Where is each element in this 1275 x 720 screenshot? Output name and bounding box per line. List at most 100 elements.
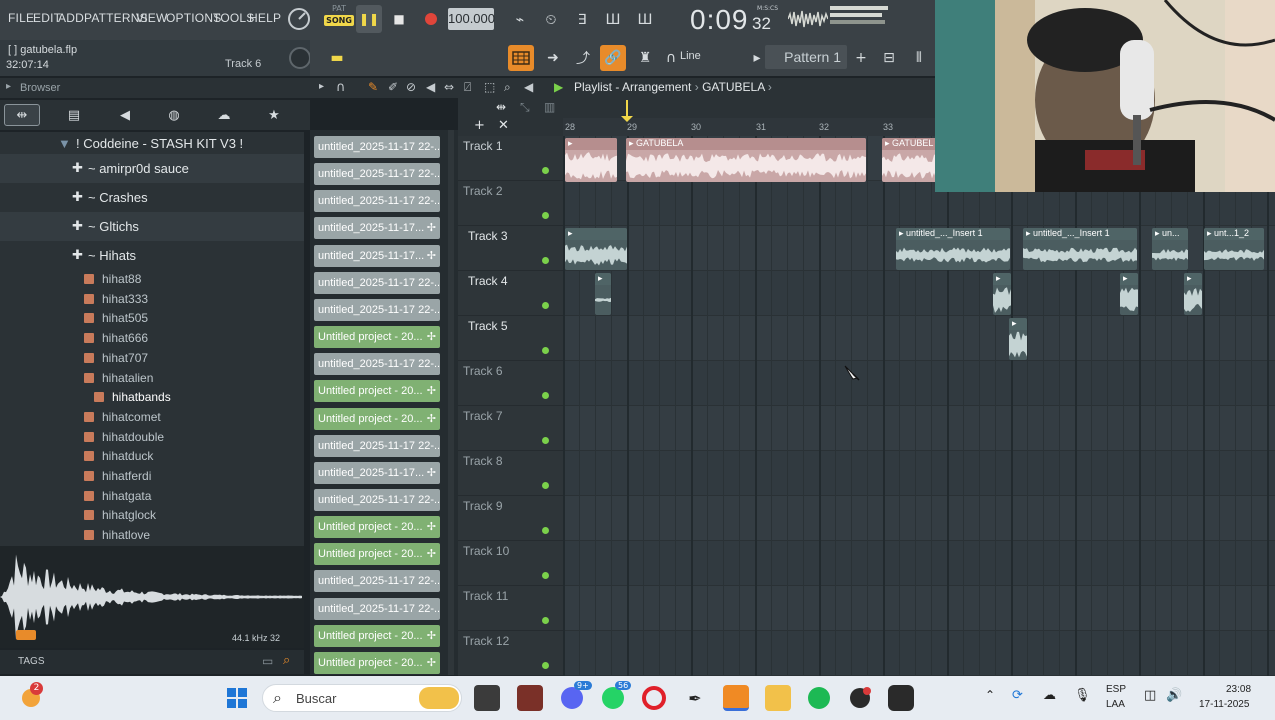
track-lane[interactable] xyxy=(563,586,1275,631)
stop-button[interactable]: ■ xyxy=(386,5,412,33)
paint-tool-icon[interactable]: ✐ xyxy=(388,80,398,94)
browser-file-item[interactable]: hihat333 xyxy=(84,292,148,312)
playlist-grid[interactable]: ▸ ▸ GATUBELA ▸ GATUBEL ▸ ▸ untitled_..._In… xyxy=(563,136,1275,676)
clip-source-button[interactable]: Untitled project - 20... ✢ xyxy=(314,543,440,566)
menu-file[interactable]: FILE xyxy=(8,11,34,25)
browser-file-item[interactable]: hihatgata xyxy=(84,489,151,509)
track-mute-led[interactable] xyxy=(542,662,549,669)
browser-file-item[interactable]: hihatduck xyxy=(84,449,153,469)
arrangement-name[interactable]: GATUBELA xyxy=(702,80,764,94)
song-time-display[interactable]: 0:09 xyxy=(690,4,749,36)
clip-source-button[interactable]: untitled_2025-11-17 22-... xyxy=(314,136,440,158)
track-mute-led[interactable] xyxy=(542,302,549,309)
countdown-icon[interactable]: ∃ xyxy=(569,7,595,33)
track-mute-led[interactable] xyxy=(542,572,549,579)
clock-time[interactable]: 23:08 xyxy=(1226,684,1251,695)
pause-button[interactable]: ❚❚ xyxy=(356,5,382,33)
browser-file-item[interactable]: hihatglock xyxy=(84,508,156,528)
track-lane[interactable] xyxy=(563,451,1275,496)
browser-file-item[interactable]: hihatlove xyxy=(84,528,150,546)
browser-file-item[interactable]: hihat666 xyxy=(84,331,148,351)
clip-source-button[interactable]: untitled_2025-11-17 22-... xyxy=(314,271,440,294)
clip-track4-b[interactable]: ▸ xyxy=(993,273,1011,315)
track-header[interactable]: Track 2 xyxy=(458,181,563,226)
track-header[interactable]: Track 12 xyxy=(458,631,563,676)
track-mute-led[interactable] xyxy=(542,617,549,624)
browser-file-item[interactable]: hihatalien xyxy=(84,371,153,391)
microphone-icon[interactable]: 🎙 xyxy=(1074,688,1091,703)
track-lane[interactable] xyxy=(563,406,1275,451)
browser-file-item[interactable]: hihatcomet xyxy=(84,410,161,430)
track-mute-led[interactable] xyxy=(542,167,549,174)
clip-source-button[interactable]: untitled_2025-11-17 22-... xyxy=(314,190,440,213)
track-header[interactable]: Track 4 xyxy=(458,271,563,316)
track-lane[interactable] xyxy=(563,361,1275,406)
fl-studio-icon[interactable] xyxy=(723,685,749,711)
network-icon[interactable]: ☁ xyxy=(1043,688,1056,703)
close-icon[interactable]: ✕ xyxy=(498,118,509,133)
track-header[interactable]: Track 8 xyxy=(458,451,563,496)
mixer-icon[interactable]: ⊟ xyxy=(876,45,902,71)
browser-folder-crashes[interactable]: ✚ ~ Crashes xyxy=(0,183,304,212)
track-mute-led[interactable] xyxy=(542,482,549,489)
add-pattern-button[interactable]: + xyxy=(848,45,874,71)
playlist-menu-arrow-icon[interactable]: ▸ xyxy=(319,81,324,92)
playback-tool-icon[interactable]: ◀ xyxy=(524,80,533,94)
app-icon[interactable] xyxy=(517,685,543,711)
slip-tool-icon[interactable]: ⇔ xyxy=(444,80,454,94)
language-bottom[interactable]: LAA xyxy=(1106,699,1125,710)
spotify-icon[interactable] xyxy=(806,685,832,711)
clip-source-button[interactable]: untitled_2025-11-17 22-... xyxy=(314,298,440,321)
browser-cloud-tab-icon[interactable]: ☁ xyxy=(206,104,242,126)
track-header[interactable]: Track 11 xyxy=(458,586,563,631)
delete-tool-icon[interactable]: ⊘ xyxy=(406,80,416,94)
track-header[interactable]: Track 7 xyxy=(458,406,563,451)
language-top[interactable]: ESP xyxy=(1106,684,1126,695)
wait-input-icon[interactable]: ⏲ xyxy=(538,7,564,33)
clip-gatubela[interactable]: ▸ GATUBELA xyxy=(626,138,866,182)
zoom-tool-icon[interactable]: ⌕ xyxy=(504,80,511,95)
track-header[interactable]: Track 6 xyxy=(458,361,563,406)
start-button-icon[interactable] xyxy=(224,685,250,711)
select-tool-icon[interactable]: ⬚ xyxy=(484,80,495,94)
clip-source-button[interactable]: untitled_2025-11-17 22-... xyxy=(314,163,440,186)
sync-icon[interactable]: ⟳ xyxy=(1012,688,1023,703)
track-mute-led[interactable] xyxy=(542,437,549,444)
scroll-arrows-icon[interactable]: ⇹ xyxy=(496,100,506,114)
menu-help[interactable]: HELP xyxy=(249,11,281,25)
menu-edit[interactable]: EDIT xyxy=(33,11,61,25)
clip-gatubela-2[interactable]: ▸ GATUBEL xyxy=(882,138,942,182)
clip-source-button[interactable]: untitled_2025-11-17 22-... xyxy=(314,488,440,511)
clip-source-button[interactable]: untitled_2025-11-17... ✢ xyxy=(314,461,440,484)
preview-play-marker[interactable] xyxy=(16,630,36,640)
davinci-icon[interactable] xyxy=(847,685,873,711)
clip-source-button[interactable]: untitled_2025-11-17 22-... xyxy=(314,570,440,593)
chevron-up-icon[interactable]: ⌃ xyxy=(985,688,995,702)
browser-folder-amirpr0d[interactable]: ✚ ~ amirpr0d sauce xyxy=(0,154,304,183)
pat-song-toggle[interactable]: PAT SONG xyxy=(324,4,354,34)
clip-insert-b[interactable]: ▸ untitled_..._Insert 1 xyxy=(1023,228,1137,270)
clip-source-button[interactable]: untitled_2025-11-17 22-... xyxy=(314,434,440,457)
browser-favorites-tab-icon[interactable]: ★ xyxy=(256,104,292,126)
arrow-right-icon[interactable]: ➜ xyxy=(540,45,566,71)
browser-plugins-tab-icon[interactable]: ◀ xyxy=(107,104,143,126)
grid-toggle-icon[interactable]: ▥ xyxy=(544,100,555,114)
browser-globe-tab-icon[interactable]: ◍ xyxy=(156,104,192,126)
track-header[interactable]: Track 3 xyxy=(458,226,563,271)
clip-source-button[interactable]: untitled_2025-11-17 22-... xyxy=(314,353,440,376)
browser-folder-glitchs[interactable]: ✚ ~ Gltichs xyxy=(0,212,304,241)
step-edit-icon[interactable]: Ш xyxy=(600,7,626,33)
browser-file-item[interactable]: hihat707 xyxy=(84,351,148,371)
browser-file-item[interactable]: hihatferdi xyxy=(84,469,151,489)
track-lane[interactable] xyxy=(563,496,1275,541)
browser-file-item[interactable]: hihatbands xyxy=(94,390,171,410)
clip-track4-d[interactable]: ▸ xyxy=(1184,273,1202,315)
taskbar-search[interactable]: ⌕ Buscar xyxy=(262,684,462,712)
track-mute-led[interactable] xyxy=(542,392,549,399)
plugin-icon[interactable]: ♜ xyxy=(632,45,658,71)
browser-folder-hihats[interactable]: ✚ ~ Hihats xyxy=(0,241,304,270)
track-header[interactable]: Track 1 xyxy=(458,136,563,181)
track-mute-led[interactable] xyxy=(542,257,549,264)
obs-icon[interactable] xyxy=(888,685,914,711)
track-mute-led[interactable] xyxy=(542,347,549,354)
